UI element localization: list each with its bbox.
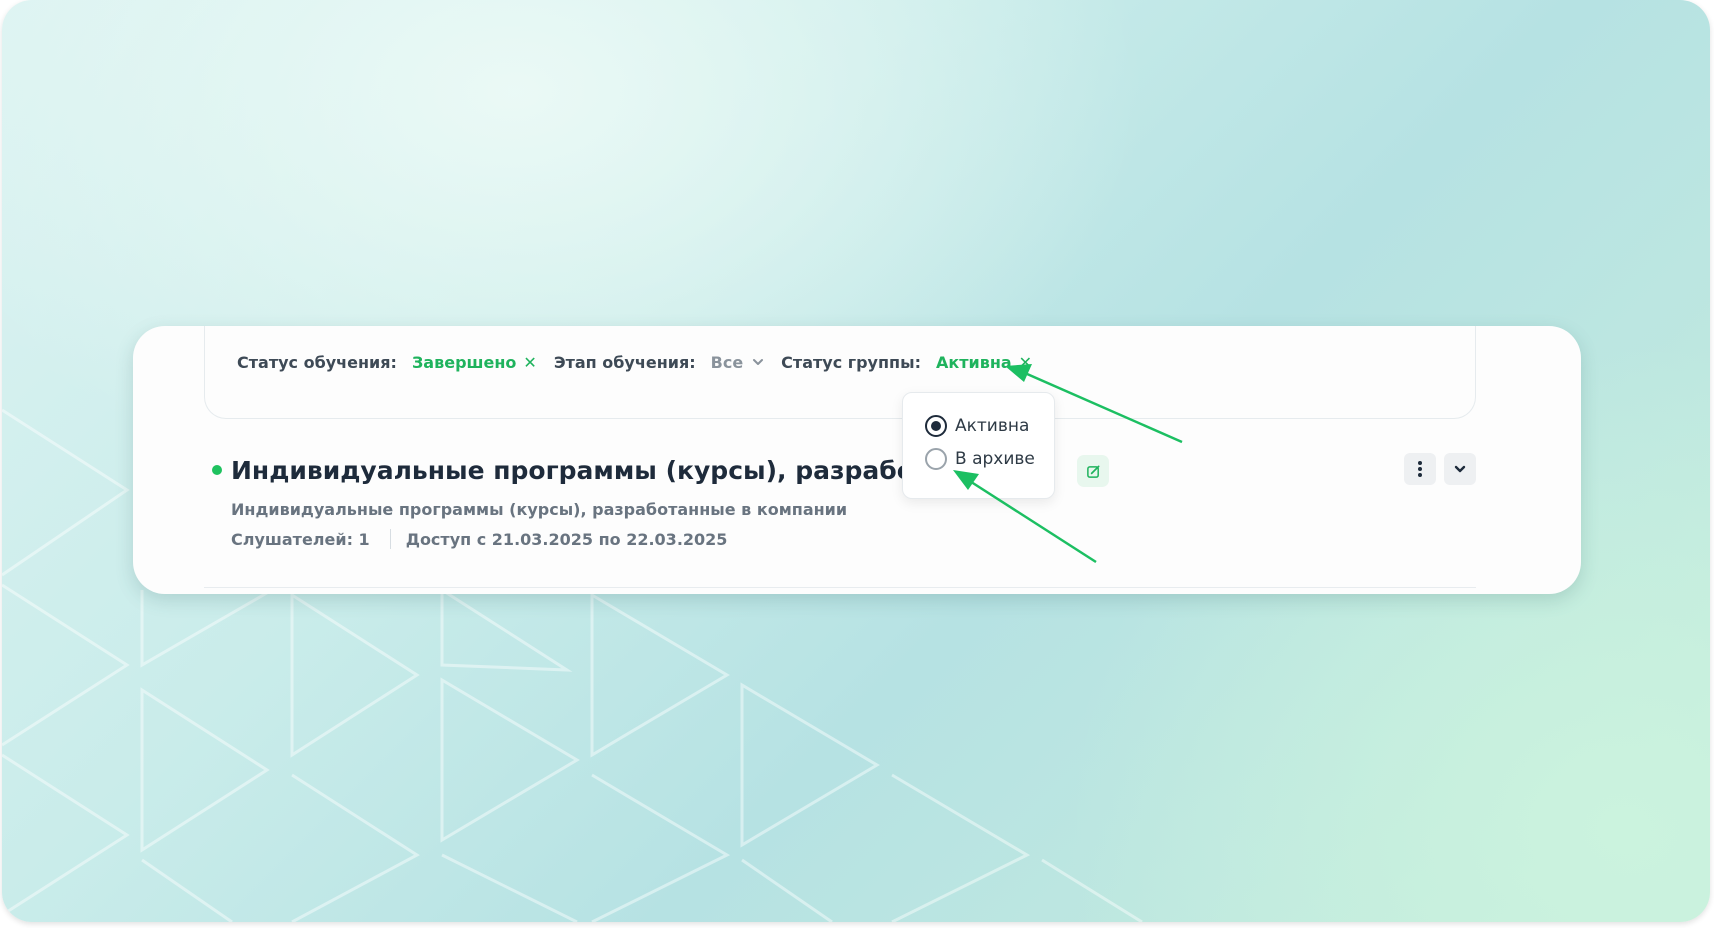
group-status-dropdown: Активна В архиве: [902, 392, 1055, 499]
option-archive-label: В архиве: [955, 449, 1035, 469]
learning-status-label: Статус обучения:: [237, 352, 397, 372]
option-active[interactable]: Активна: [925, 415, 1029, 437]
chevron-down-icon: [1454, 465, 1466, 473]
close-icon[interactable]: ✕: [523, 353, 536, 372]
more-vertical-icon: [1418, 461, 1422, 477]
course-card: Статус обучения: Завершено ✕ Этап обучен…: [133, 326, 1581, 594]
option-active-label: Активна: [955, 416, 1030, 436]
course-meta: Слушателей: 1 Доступ с 21.03.2025 по 22.…: [231, 529, 727, 549]
group-status-label: Статус группы:: [781, 352, 921, 372]
radio-checked[interactable]: [925, 415, 947, 437]
status-dot: [212, 465, 222, 475]
meta-separator: [389, 529, 391, 549]
learning-stage-label: Этап обучения:: [553, 352, 696, 372]
expand-button[interactable]: [1444, 453, 1476, 485]
edit-button[interactable]: [1077, 455, 1109, 487]
listeners-count: Слушателей: 1: [231, 529, 370, 549]
radio-unchecked[interactable]: [925, 448, 947, 470]
learning-status-value[interactable]: Завершено: [412, 353, 516, 372]
access-period: Доступ с 21.03.2025 по 22.03.2025: [405, 529, 728, 549]
filter-bar: Статус обучения: Завершено ✕ Этап обучен…: [237, 350, 1032, 374]
more-button[interactable]: [1404, 453, 1436, 485]
chevron-down-icon[interactable]: [752, 356, 764, 368]
option-archive[interactable]: В архиве: [925, 448, 1035, 470]
edit-icon: [1086, 465, 1099, 478]
card-divider: [204, 587, 1476, 588]
course-title[interactable]: Индивидуальные программы (курсы), разраб…: [231, 456, 1002, 485]
close-icon[interactable]: ✕: [1019, 353, 1032, 372]
course-title-row: Индивидуальные программы (курсы), разраб…: [212, 453, 1002, 487]
group-status-value[interactable]: Активна: [936, 353, 1012, 372]
course-subtitle: Индивидуальные программы (курсы), разраб…: [231, 500, 848, 519]
learning-stage-value[interactable]: Все: [711, 353, 744, 372]
